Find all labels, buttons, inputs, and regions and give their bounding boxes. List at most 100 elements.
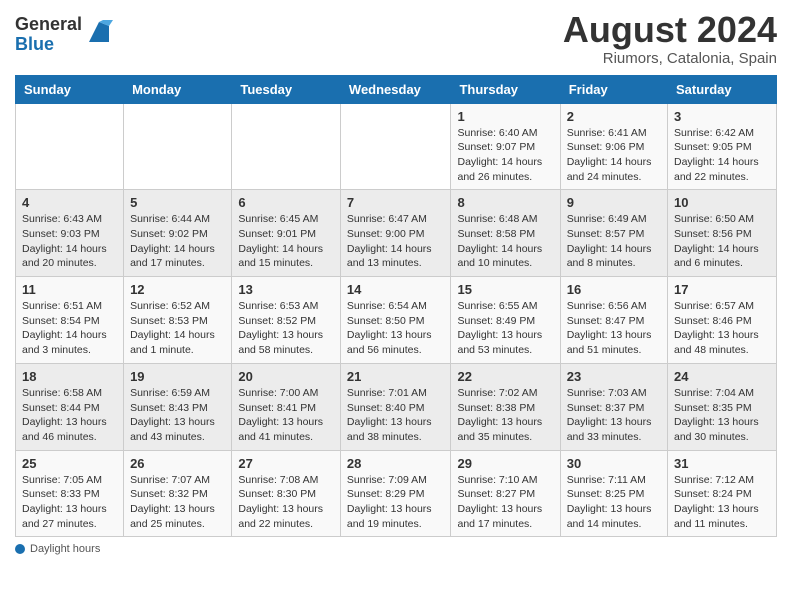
logo-icon [85, 18, 113, 46]
calendar-day-header: Sunday [16, 75, 124, 103]
day-info: Sunrise: 6:44 AM Sunset: 9:02 PM Dayligh… [130, 212, 225, 271]
calendar-cell [16, 103, 124, 190]
day-number: 27 [238, 456, 334, 471]
calendar-cell: 28Sunrise: 7:09 AM Sunset: 8:29 PM Dayli… [340, 450, 451, 537]
day-number: 3 [674, 109, 770, 124]
day-info: Sunrise: 6:45 AM Sunset: 9:01 PM Dayligh… [238, 212, 334, 271]
footer-dot [15, 544, 25, 554]
day-number: 20 [238, 369, 334, 384]
calendar-week-row: 1Sunrise: 6:40 AM Sunset: 9:07 PM Daylig… [16, 103, 777, 190]
day-number: 21 [347, 369, 445, 384]
day-number: 5 [130, 195, 225, 210]
calendar-cell: 7 Sunrise: 6:47 AM Sunset: 9:00 PM Daylig… [340, 190, 451, 277]
calendar-day-header: Saturday [668, 75, 777, 103]
day-number: 14 [347, 282, 445, 297]
day-info: Sunrise: 6:53 AM Sunset: 8:52 PM Dayligh… [238, 299, 334, 358]
calendar-day-header: Thursday [451, 75, 560, 103]
day-number: 12 [130, 282, 225, 297]
calendar-cell: 11 Sunrise: 6:51 AM Sunset: 8:54 PM Dayli… [16, 277, 124, 364]
calendar-cell: 1Sunrise: 6:40 AM Sunset: 9:07 PM Daylig… [451, 103, 560, 190]
day-info: Sunrise: 7:07 AM Sunset: 8:32 PM Dayligh… [130, 473, 225, 532]
day-info: Sunrise: 6:51 AM Sunset: 8:54 PM Dayligh… [22, 299, 117, 358]
calendar-cell: 18Sunrise: 6:58 AM Sunset: 8:44 PM Dayli… [16, 363, 124, 450]
day-info: Sunrise: 7:04 AM Sunset: 8:35 PM Dayligh… [674, 386, 770, 445]
day-number: 7 [347, 195, 445, 210]
calendar-cell: 10Sunrise: 6:50 AM Sunset: 8:56 PM Dayli… [668, 190, 777, 277]
calendar-cell: 5 Sunrise: 6:44 AM Sunset: 9:02 PM Daylig… [124, 190, 232, 277]
day-number: 18 [22, 369, 117, 384]
day-number: 11 [22, 282, 117, 297]
calendar-cell: 23Sunrise: 7:03 AM Sunset: 8:37 PM Dayli… [560, 363, 667, 450]
day-info: Sunrise: 6:42 AM Sunset: 9:05 PM Dayligh… [674, 126, 770, 185]
day-info: Sunrise: 7:01 AM Sunset: 8:40 PM Dayligh… [347, 386, 445, 445]
day-number: 13 [238, 282, 334, 297]
calendar-week-row: 4Sunrise: 6:43 AM Sunset: 9:03 PM Daylig… [16, 190, 777, 277]
day-number: 9 [567, 195, 661, 210]
day-info: Sunrise: 7:11 AM Sunset: 8:25 PM Dayligh… [567, 473, 661, 532]
calendar-cell: 29 Sunrise: 7:10 AM Sunset: 8:27 PM Dayli… [451, 450, 560, 537]
calendar-cell: 27Sunrise: 7:08 AM Sunset: 8:30 PM Dayli… [232, 450, 341, 537]
day-info: Sunrise: 7:10 AM Sunset: 8:27 PM Dayligh… [457, 473, 553, 532]
calendar-cell [124, 103, 232, 190]
day-info: Sunrise: 6:41 AM Sunset: 9:06 PM Dayligh… [567, 126, 661, 185]
day-info: Sunrise: 6:40 AM Sunset: 9:07 PM Dayligh… [457, 126, 553, 185]
title-block: August 2024 Riumors, Catalonia, Spain [563, 10, 777, 67]
calendar-cell: 8 Sunrise: 6:48 AM Sunset: 8:58 PM Daylig… [451, 190, 560, 277]
calendar-cell: 9 Sunrise: 6:49 AM Sunset: 8:57 PM Daylig… [560, 190, 667, 277]
day-info: Sunrise: 6:52 AM Sunset: 8:53 PM Dayligh… [130, 299, 225, 358]
calendar-cell: 17 Sunrise: 6:57 AM Sunset: 8:46 PM Dayli… [668, 277, 777, 364]
day-info: Sunrise: 6:49 AM Sunset: 8:57 PM Dayligh… [567, 212, 661, 271]
day-info: Sunrise: 7:12 AM Sunset: 8:24 PM Dayligh… [674, 473, 770, 532]
calendar-cell: 3 Sunrise: 6:42 AM Sunset: 9:05 PM Daylig… [668, 103, 777, 190]
calendar-table: SundayMondayTuesdayWednesdayThursdayFrid… [15, 75, 777, 538]
day-info: Sunrise: 6:57 AM Sunset: 8:46 PM Dayligh… [674, 299, 770, 358]
calendar-cell: 13 Sunrise: 6:53 AM Sunset: 8:52 PM Dayli… [232, 277, 341, 364]
calendar-cell: 14 Sunrise: 6:54 AM Sunset: 8:50 PM Dayli… [340, 277, 451, 364]
day-number: 2 [567, 109, 661, 124]
logo-text: General Blue [15, 15, 82, 55]
calendar-cell: 25 Sunrise: 7:05 AM Sunset: 8:33 PM Dayli… [16, 450, 124, 537]
day-info: Sunrise: 6:47 AM Sunset: 9:00 PM Dayligh… [347, 212, 445, 271]
day-info: Sunrise: 7:05 AM Sunset: 8:33 PM Dayligh… [22, 473, 117, 532]
day-info: Sunrise: 6:43 AM Sunset: 9:03 PM Dayligh… [22, 212, 117, 271]
calendar-cell: 30Sunrise: 7:11 AM Sunset: 8:25 PM Dayli… [560, 450, 667, 537]
calendar-cell: 4Sunrise: 6:43 AM Sunset: 9:03 PM Daylig… [16, 190, 124, 277]
day-number: 8 [457, 195, 553, 210]
day-info: Sunrise: 7:09 AM Sunset: 8:29 PM Dayligh… [347, 473, 445, 532]
calendar-cell: 12 Sunrise: 6:52 AM Sunset: 8:53 PM Dayli… [124, 277, 232, 364]
calendar-day-header: Tuesday [232, 75, 341, 103]
calendar-cell: 16Sunrise: 6:56 AM Sunset: 8:47 PM Dayli… [560, 277, 667, 364]
day-number: 25 [22, 456, 117, 471]
day-info: Sunrise: 6:59 AM Sunset: 8:43 PM Dayligh… [130, 386, 225, 445]
calendar-cell: 20 Sunrise: 7:00 AM Sunset: 8:41 PM Dayli… [232, 363, 341, 450]
calendar-day-header: Friday [560, 75, 667, 103]
calendar-week-row: 25 Sunrise: 7:05 AM Sunset: 8:33 PM Dayli… [16, 450, 777, 537]
day-info: Sunrise: 7:00 AM Sunset: 8:41 PM Dayligh… [238, 386, 334, 445]
calendar-week-row: 11 Sunrise: 6:51 AM Sunset: 8:54 PM Dayli… [16, 277, 777, 364]
logo-blue: Blue [15, 34, 54, 54]
calendar-week-row: 18Sunrise: 6:58 AM Sunset: 8:44 PM Dayli… [16, 363, 777, 450]
day-info: Sunrise: 6:56 AM Sunset: 8:47 PM Dayligh… [567, 299, 661, 358]
calendar-cell: 6 Sunrise: 6:45 AM Sunset: 9:01 PM Daylig… [232, 190, 341, 277]
day-number: 22 [457, 369, 553, 384]
logo-general: General [15, 14, 82, 34]
day-number: 31 [674, 456, 770, 471]
calendar-cell: 15Sunrise: 6:55 AM Sunset: 8:49 PM Dayli… [451, 277, 560, 364]
page-header: General Blue August 2024 Riumors, Catalo… [15, 10, 777, 67]
day-number: 17 [674, 282, 770, 297]
day-number: 10 [674, 195, 770, 210]
calendar-cell: 21 Sunrise: 7:01 AM Sunset: 8:40 PM Dayli… [340, 363, 451, 450]
day-number: 29 [457, 456, 553, 471]
logo: General Blue [15, 15, 113, 55]
day-number: 6 [238, 195, 334, 210]
day-info: Sunrise: 7:02 AM Sunset: 8:38 PM Dayligh… [457, 386, 553, 445]
day-info: Sunrise: 6:55 AM Sunset: 8:49 PM Dayligh… [457, 299, 553, 358]
location: Riumors, Catalonia, Spain [563, 50, 777, 67]
day-info: Sunrise: 6:54 AM Sunset: 8:50 PM Dayligh… [347, 299, 445, 358]
day-number: 24 [674, 369, 770, 384]
calendar-cell: 31 Sunrise: 7:12 AM Sunset: 8:24 PM Dayli… [668, 450, 777, 537]
calendar-cell: 24 Sunrise: 7:04 AM Sunset: 8:35 PM Dayli… [668, 363, 777, 450]
day-info: Sunrise: 6:48 AM Sunset: 8:58 PM Dayligh… [457, 212, 553, 271]
day-number: 19 [130, 369, 225, 384]
day-number: 23 [567, 369, 661, 384]
